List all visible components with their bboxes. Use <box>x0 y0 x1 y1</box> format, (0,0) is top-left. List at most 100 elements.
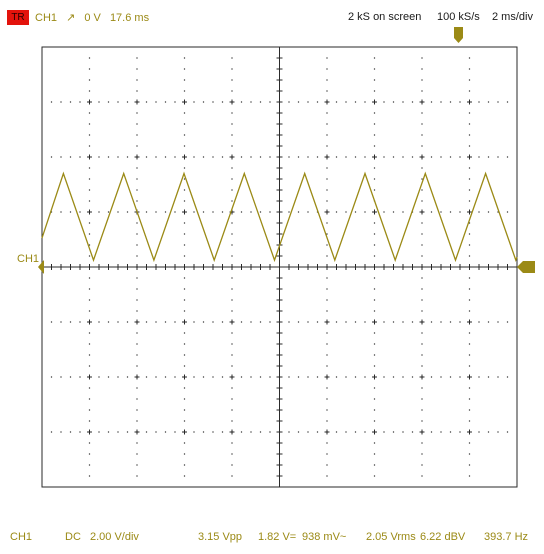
grid-dot <box>316 101 319 103</box>
scope-display <box>38 27 535 488</box>
grid-dot <box>468 189 471 191</box>
grid-dot <box>373 156 376 158</box>
grid-dot <box>88 156 91 158</box>
grid-dot <box>183 178 186 180</box>
grid-dot <box>459 101 461 103</box>
grid-dot <box>487 211 490 213</box>
trigger-level-marker[interactable] <box>517 261 535 273</box>
grid-dot <box>183 189 186 191</box>
grid-dot <box>373 178 376 180</box>
grid-dot <box>145 321 148 323</box>
grid-dot <box>459 376 461 378</box>
grid-dot <box>79 321 81 323</box>
grid-dot <box>250 101 252 103</box>
grid-dot <box>88 200 91 202</box>
grid-dot <box>136 277 138 279</box>
grid-dot <box>373 79 376 81</box>
grid-dot <box>468 299 471 301</box>
grid-dot <box>326 310 328 312</box>
grid-dot <box>136 68 138 70</box>
grid-dot <box>506 101 509 103</box>
grid-dot <box>326 354 328 356</box>
grid-dot <box>183 156 186 158</box>
grid-dot <box>411 101 414 103</box>
grid-dot <box>430 321 433 323</box>
grid-dot <box>326 442 328 444</box>
grid-dot <box>421 354 423 356</box>
grid-dot <box>183 464 186 466</box>
grid-dot <box>60 376 62 378</box>
grid-dot <box>231 244 233 246</box>
grid-dot <box>373 145 376 147</box>
grid-dot <box>373 123 376 125</box>
grid-dot <box>240 101 243 103</box>
grid-dot <box>231 79 233 81</box>
grid-dot <box>297 321 300 323</box>
grid-dot <box>240 321 243 323</box>
grid-dot <box>136 387 138 389</box>
grid-dot <box>326 343 328 345</box>
grid-dot <box>88 68 91 70</box>
grid-dot <box>259 211 262 213</box>
grid-dot <box>88 189 91 191</box>
grid-dot <box>335 376 338 378</box>
grid-dot <box>98 376 100 378</box>
grid-dot <box>259 431 262 433</box>
grid-dot <box>373 354 376 356</box>
grid-dot <box>373 420 376 422</box>
grid-dot <box>88 376 91 378</box>
grid-dot <box>98 211 100 213</box>
grid-dot <box>107 156 110 158</box>
grid-dot <box>402 156 404 158</box>
grid-dot <box>88 332 91 334</box>
grid-dot <box>421 79 423 81</box>
footer-vpp: 3.15 Vpp <box>198 531 243 543</box>
grid-dot <box>354 321 357 323</box>
grid-dot <box>373 112 376 114</box>
grid-dot <box>212 211 214 213</box>
grid-dot <box>468 376 471 378</box>
grid-dot <box>155 156 157 158</box>
grid-dot <box>183 387 186 389</box>
grid-dot <box>421 409 423 411</box>
grid-dot <box>468 57 471 59</box>
grid-dot <box>430 156 433 158</box>
grid-dot <box>88 288 91 290</box>
grid-dot <box>468 288 471 290</box>
grid-dot <box>326 189 328 191</box>
grid-dot <box>88 222 91 224</box>
grid-dot <box>136 200 138 202</box>
grid-dot <box>411 376 414 378</box>
grid-dot <box>183 79 186 81</box>
grid-dot <box>326 90 328 92</box>
grid-dot <box>421 145 423 147</box>
grid-dot <box>88 123 91 125</box>
trigger-position-marker[interactable] <box>454 27 463 43</box>
grid-dot <box>440 211 442 213</box>
grid-dot <box>183 310 186 312</box>
grid-dot <box>326 79 328 81</box>
grid-dot <box>326 145 328 147</box>
grid-dot <box>231 134 233 136</box>
grid-dot <box>174 321 176 323</box>
grid-dot <box>345 376 347 378</box>
grid-dot <box>354 211 357 213</box>
grid-dot <box>326 244 328 246</box>
grid-dot <box>459 431 461 433</box>
grid-dot <box>307 376 309 378</box>
graticule <box>41 46 518 488</box>
grid-dot <box>421 299 423 301</box>
grid-dot <box>88 57 91 59</box>
grid-dot <box>468 321 471 323</box>
grid-dot <box>297 211 300 213</box>
grid-dot <box>164 156 167 158</box>
grid-dot <box>421 222 423 224</box>
grid-dot <box>373 310 376 312</box>
grid-dot <box>440 156 442 158</box>
grid-dot <box>88 310 91 312</box>
grid-dot <box>421 453 423 455</box>
grid-dot <box>221 156 224 158</box>
grid-dot <box>88 387 91 389</box>
grid-dot <box>79 211 81 213</box>
grid-dot <box>79 156 81 158</box>
